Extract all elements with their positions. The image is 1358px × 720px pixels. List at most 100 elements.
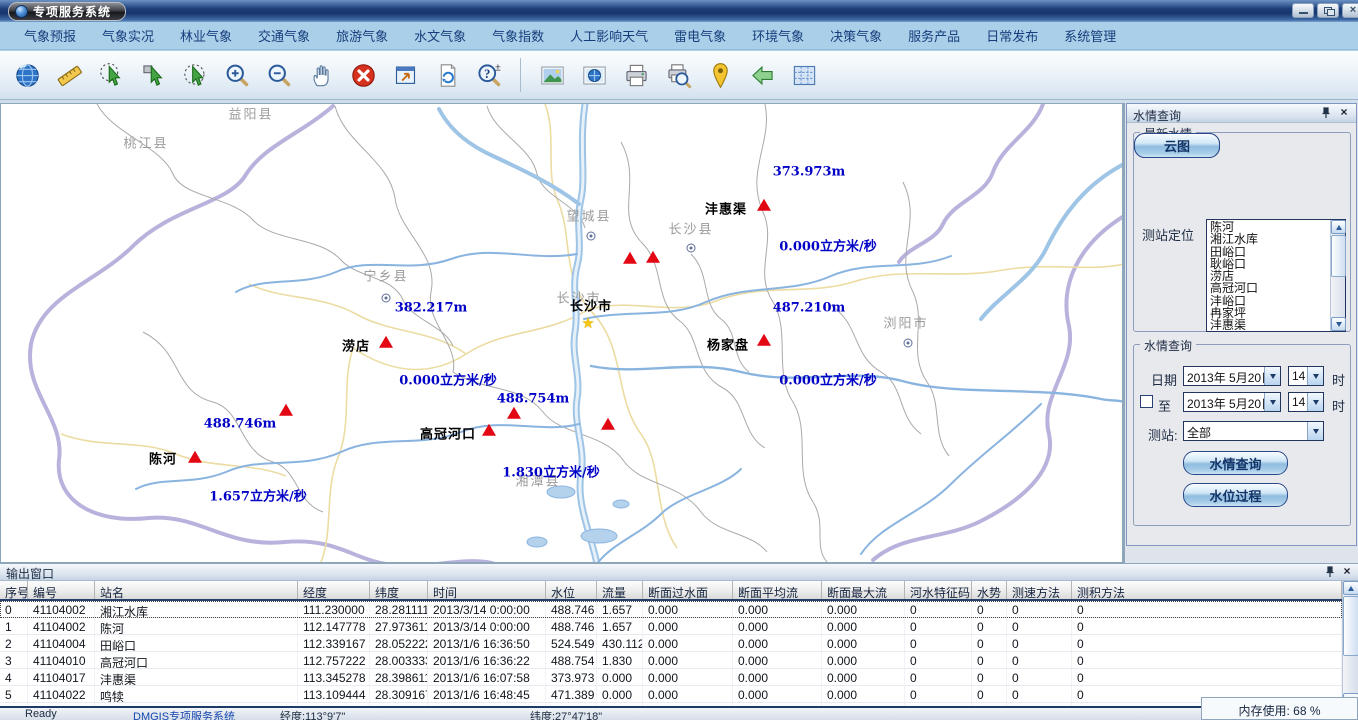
menu-item[interactable]: 人工影响天气	[558, 22, 660, 49]
column-header[interactable]: 水位	[546, 581, 597, 599]
column-header[interactable]: 序号	[0, 581, 28, 599]
table-cell: 112.757222	[298, 652, 370, 668]
menu-item[interactable]: 决策气象	[818, 22, 894, 49]
minimize-button[interactable]	[1292, 3, 1314, 18]
to-hour-select[interactable]: 14	[1288, 392, 1324, 412]
column-header[interactable]: 断面最大流	[822, 581, 905, 599]
app-tab[interactable]: 专项服务系统	[8, 2, 126, 21]
table-row[interactable]: 241104004田峪口112.33916728.0522222013/1/6 …	[0, 635, 1342, 652]
close-button[interactable]: ×	[1342, 3, 1358, 18]
menu-item[interactable]: 气象预报	[12, 22, 88, 49]
chevron-down-icon[interactable]	[1307, 422, 1323, 440]
chevron-down-icon[interactable]	[1264, 393, 1280, 411]
menu-item[interactable]: 服务产品	[896, 22, 972, 49]
panel-pin-icon[interactable]	[1320, 107, 1332, 119]
column-header[interactable]: 断面过水面	[643, 581, 733, 599]
station-marker-icon[interactable]	[757, 199, 771, 211]
world-image-tool-button[interactable]	[579, 59, 609, 91]
station-marker-icon[interactable]	[757, 334, 771, 346]
zoom-in-tool-button[interactable]	[222, 59, 252, 91]
pan-tool-button[interactable]	[306, 59, 336, 91]
zoom-out-tool-button[interactable]	[264, 59, 294, 91]
column-header[interactable]: 时间	[428, 581, 546, 599]
chevron-down-icon[interactable]	[1307, 393, 1323, 411]
column-header[interactable]: 纬度	[370, 581, 428, 599]
to-date-select[interactable]: 2013年 5月20日	[1183, 392, 1281, 412]
output-pin-icon[interactable]	[1324, 566, 1336, 578]
from-date-select[interactable]: 2013年 5月20日	[1183, 366, 1281, 386]
station-marker-icon[interactable]	[188, 451, 202, 463]
scroll-thumb[interactable]	[1343, 596, 1358, 656]
column-header[interactable]: 编号	[28, 581, 95, 599]
window-tool-button[interactable]	[390, 59, 420, 91]
station-marker-icon[interactable]	[507, 407, 521, 419]
map-canvas[interactable]: 益阳县桃江县宁乡县望城县长沙县长沙市浏阳市湘潭县沣惠渠长沙市杨家盘涝店高冠河口陈…	[0, 103, 1123, 563]
menu-item[interactable]: 旅游气象	[324, 22, 400, 49]
back-tool-button[interactable]	[747, 59, 777, 91]
output-close-icon[interactable]: ×	[1341, 564, 1353, 578]
water-query-button[interactable]: 水情查询	[1183, 451, 1288, 475]
column-header[interactable]: 测速方法	[1007, 581, 1072, 599]
chevron-down-icon[interactable]	[1264, 367, 1280, 385]
station-marker-icon[interactable]	[279, 404, 293, 416]
station-list-item[interactable]: 高冠河口	[1208, 282, 1329, 294]
menu-item[interactable]: 系统管理	[1052, 22, 1128, 49]
station-marker-icon[interactable]	[623, 252, 637, 264]
refresh-tool-button[interactable]	[432, 59, 462, 91]
print-preview-tool-button[interactable]	[663, 59, 693, 91]
station-locator-list[interactable]: 陈河湘江水库田峪口耿峪口涝店高冠河口沣峪口冉家坪沣惠渠	[1206, 219, 1346, 332]
table-row[interactable]: 141104002陈河112.14777827.9736112013/3/14 …	[0, 618, 1342, 635]
table-scrollbar[interactable]	[1342, 581, 1358, 707]
menu-item[interactable]: 林业气象	[168, 22, 244, 49]
column-header[interactable]: 水势	[972, 581, 1007, 599]
table-row[interactable]: 441104017沣惠渠113.34527828.3986112013/1/6 …	[0, 669, 1342, 686]
menu-item[interactable]: 水文气象	[402, 22, 478, 49]
globe-tool-button[interactable]	[12, 59, 42, 91]
chevron-down-icon[interactable]	[1307, 367, 1323, 385]
scroll-up-button[interactable]	[1343, 581, 1358, 595]
latest-group-button[interactable]: 云图	[1134, 133, 1220, 158]
to-date-checkbox[interactable]	[1140, 395, 1153, 408]
station-marker-icon[interactable]	[601, 418, 615, 430]
column-header[interactable]: 经度	[298, 581, 370, 599]
location-pin-tool-button[interactable]	[705, 59, 735, 91]
print-tool-button[interactable]	[621, 59, 651, 91]
column-header[interactable]: 测积方法	[1072, 581, 1342, 599]
select-feature-tool-button[interactable]	[96, 59, 126, 91]
station-select[interactable]: 全部	[1183, 421, 1324, 441]
select-circle-tool-button[interactable]	[180, 59, 210, 91]
measure-tool-button[interactable]	[54, 59, 84, 91]
column-header[interactable]: 站名	[95, 581, 298, 599]
station-marker-icon[interactable]	[646, 251, 660, 263]
column-header[interactable]: 流量	[597, 581, 643, 599]
select-tool-button[interactable]	[138, 59, 168, 91]
menu-item[interactable]: 气象指数	[480, 22, 556, 49]
from-hour-select[interactable]: 14	[1288, 366, 1324, 386]
table-cell: 2	[0, 635, 28, 651]
image-tool-button[interactable]	[537, 59, 567, 91]
stop-tool-button[interactable]	[348, 59, 378, 91]
scroll-down-button[interactable]	[1331, 317, 1346, 331]
scroll-thumb[interactable]	[1331, 235, 1346, 277]
table-row[interactable]: 041104002湘江水库111.23000028.2811112013/3/1…	[0, 601, 1342, 618]
column-header[interactable]: 河水特征码	[905, 581, 972, 599]
column-header[interactable]: 断面平均流	[733, 581, 822, 599]
station-marker-icon[interactable]	[379, 336, 393, 348]
station-list-item[interactable]: 沣惠渠	[1208, 319, 1329, 330]
menu-item[interactable]: 雷电气象	[662, 22, 738, 49]
station-list-scrollbar[interactable]	[1330, 220, 1345, 331]
water-level-process-button[interactable]: 水位过程	[1183, 483, 1288, 507]
station-list-item[interactable]: 湘江水库	[1208, 233, 1329, 245]
menu-item[interactable]: 环境气象	[740, 22, 816, 49]
menu-item[interactable]: 日常发布	[974, 22, 1050, 49]
identify-tool-button[interactable]	[474, 59, 504, 91]
scroll-up-button[interactable]	[1331, 220, 1346, 234]
restore-button[interactable]	[1317, 3, 1339, 18]
menu-item[interactable]: 气象实况	[90, 22, 166, 49]
station-marker-icon[interactable]	[482, 424, 496, 436]
table-row[interactable]: 541104022鸣犊113.10944428.3091672013/1/6 1…	[0, 686, 1342, 703]
panel-close-icon[interactable]: ×	[1338, 105, 1350, 119]
table-row[interactable]: 341104010高冠河口112.75722228.0033332013/1/6…	[0, 652, 1342, 669]
grid-map-tool-button[interactable]	[789, 59, 819, 91]
menu-item[interactable]: 交通气象	[246, 22, 322, 49]
